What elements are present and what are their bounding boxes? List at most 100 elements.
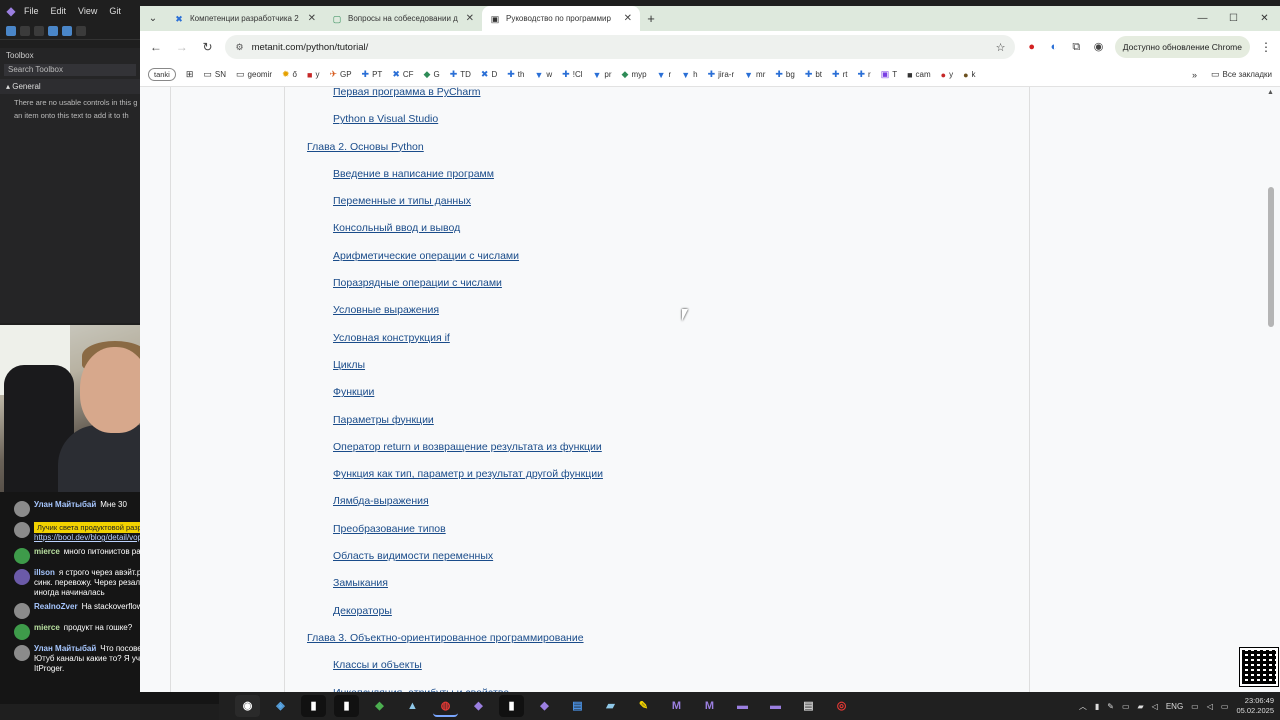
app-icon[interactable]: ▬ — [763, 695, 788, 717]
extension-icon[interactable]: ◐ — [1048, 40, 1060, 54]
toc-item-link[interactable]: Переменные и типы данных — [333, 195, 471, 207]
profile-icon[interactable]: ◉ — [1092, 40, 1104, 54]
bookmark-item[interactable]: ✹ ő — [282, 69, 297, 80]
bookmark-item[interactable]: ▣ T — [881, 69, 897, 80]
toc-item-link[interactable]: Оператор return и возвращение результата… — [333, 441, 602, 453]
vscode-icon[interactable]: ◈ — [268, 695, 293, 717]
bookmark-item[interactable]: ▼ mr — [744, 70, 765, 80]
vs-menu-view[interactable]: View — [72, 0, 103, 22]
close-icon[interactable]: ✕ — [308, 13, 316, 24]
bookmark-item[interactable]: ● k — [963, 70, 975, 80]
bookmark-item[interactable]: ● y — [941, 70, 953, 80]
visual-studio-icon[interactable]: ◆ — [466, 695, 491, 717]
bookmark-item[interactable]: ✈ GP — [329, 69, 351, 80]
toc-item-link[interactable]: Арифметические операции с числами — [333, 250, 519, 262]
tab-interview-questions[interactable]: ▢ Вопросы на собеседовании д ✕ — [324, 6, 482, 31]
toc-item-link[interactable]: Поразрядные операции с числами — [333, 277, 502, 289]
close-window-icon[interactable]: ✕ — [1249, 6, 1280, 31]
document-icon[interactable]: ▤ — [565, 695, 590, 717]
bookmark-item[interactable]: ✚ jira-r — [708, 69, 735, 80]
chevron-up-icon[interactable]: ︿ — [1079, 701, 1087, 712]
bookmark-item[interactable]: ✚ th — [507, 69, 524, 80]
url-text[interactable]: metanit.com/python/tutorial/ — [252, 42, 988, 53]
extensions-puzzle-icon[interactable]: ⧉ — [1070, 40, 1082, 54]
back-button[interactable]: ← — [148, 40, 164, 54]
toc-item-link[interactable]: Первая программа в PyCharm — [333, 87, 480, 98]
toolbox-search-input[interactable]: Search Toolbox — [4, 64, 136, 76]
vs-menu-edit[interactable]: Edit — [45, 0, 73, 22]
tab-python-tutorial[interactable]: ▣ Руководство по программир ✕ — [482, 6, 640, 31]
bookmark-item[interactable]: ✚ bg — [775, 69, 794, 80]
bookmark-item[interactable]: ✖ D — [481, 69, 497, 80]
explorer-icon[interactable]: ▲ — [400, 695, 425, 717]
printer-icon[interactable]: ▭ — [1122, 702, 1130, 711]
app-icon[interactable]: ✎ — [631, 695, 656, 717]
save-all-icon[interactable] — [62, 25, 72, 36]
site-settings-icon[interactable]: ⚙ — [235, 42, 243, 53]
app-icon[interactable]: ▬ — [730, 695, 755, 717]
bookmark-item[interactable]: ◆ myp — [622, 69, 647, 80]
bookmark-item[interactable]: ▼ pr — [593, 70, 612, 80]
app-icon[interactable]: M — [664, 695, 689, 717]
terminal-icon[interactable]: ▮ — [301, 695, 326, 717]
scrollbar-thumb[interactable] — [1268, 187, 1274, 327]
toc-item-link[interactable]: Лямбда-выражения — [333, 495, 429, 507]
undo-icon[interactable] — [76, 25, 86, 36]
toc-item-link[interactable]: Преобразование типов — [333, 523, 446, 535]
tab-competencies[interactable]: ✖ Компетенции разработчика 2 ✕ — [166, 6, 324, 31]
all-bookmarks-button[interactable]: ▭ Все закладки — [1211, 69, 1272, 80]
app-icon[interactable]: M — [697, 695, 722, 717]
clock[interactable]: 23:06:49 05.02.2025 — [1236, 696, 1274, 716]
bookmark-item[interactable]: ✚ r — [857, 69, 870, 80]
toc-item-link[interactable]: Область видимости переменных — [333, 550, 493, 562]
forward-button[interactable]: → — [174, 40, 190, 54]
minimize-icon[interactable]: — — [1187, 6, 1218, 31]
bookmark-tanki[interactable]: tanki — [148, 68, 176, 81]
notes-icon[interactable]: ▤ — [796, 695, 821, 717]
chevron-right-icon[interactable]: » — [1192, 70, 1197, 80]
monitor-icon[interactable]: ▭ — [1191, 702, 1199, 711]
close-icon[interactable]: ✕ — [466, 13, 474, 24]
new-tab-button[interactable]: + — [640, 11, 662, 26]
toc-item-link[interactable]: Условная конструкция if — [333, 332, 450, 344]
toc-item-link[interactable]: Введение в написание программ — [333, 168, 494, 180]
toc-chapter-link[interactable]: Глава 2. Основы Python — [307, 141, 424, 153]
bookmark-item[interactable]: ▼ r — [657, 70, 672, 80]
language-indicator[interactable]: ENG — [1166, 702, 1183, 711]
bookmark-item[interactable]: ▼ w — [534, 70, 552, 80]
apps-grid-icon[interactable]: ⊞ — [186, 69, 194, 80]
bookmark-item[interactable]: ✚ bt — [805, 69, 822, 80]
save-icon[interactable] — [48, 25, 58, 36]
vertical-scrollbar[interactable]: ▲ — [1266, 87, 1276, 692]
bookmark-item[interactable]: ✚ TD — [450, 69, 471, 80]
reload-button[interactable]: ↻ — [200, 40, 216, 54]
bookmark-item[interactable]: ▼ h — [681, 70, 697, 80]
visual-studio-icon[interactable]: ◆ — [532, 695, 557, 717]
bookmark-item[interactable]: ✖ CF — [392, 69, 413, 80]
toolbox-group-general[interactable]: ▴ General — [0, 79, 140, 94]
omnibox[interactable]: ⚙ metanit.com/python/tutorial/ ☆ — [225, 35, 1016, 59]
vs-menu-file[interactable]: File — [18, 0, 45, 22]
bookmark-item[interactable]: ▭ SN — [203, 69, 226, 80]
vs-menu-git[interactable]: Git — [103, 0, 127, 22]
toc-chapter-link[interactable]: Глава 3. Объектно-ориентированное програ… — [307, 632, 584, 644]
toc-item-link[interactable]: Классы и объекты — [333, 659, 422, 671]
scroll-up-icon[interactable]: ▲ — [1267, 89, 1274, 96]
forward-icon[interactable] — [20, 25, 30, 36]
network-icon[interactable]: ▰ — [1138, 702, 1144, 711]
toc-item-link[interactable]: Python в Visual Studio — [333, 113, 438, 125]
recorder-icon[interactable]: ◎ — [829, 695, 854, 717]
update-chrome-button[interactable]: Доступно обновление Chrome — [1114, 36, 1250, 58]
terminal-icon[interactable]: ▮ — [334, 695, 359, 717]
bookmark-item[interactable]: ■ cam — [907, 70, 931, 80]
chrome-icon[interactable]: ◍ — [433, 695, 458, 717]
toc-item-link[interactable]: Функция как тип, параметр и результат др… — [333, 468, 603, 480]
bookmark-item[interactable]: ◆ G — [424, 69, 440, 80]
toc-item-link[interactable]: Функции — [333, 386, 374, 398]
bookmark-item[interactable]: ✚ PT — [362, 69, 383, 80]
close-icon[interactable]: ✕ — [624, 13, 632, 24]
notepad-icon[interactable]: ▰ — [598, 695, 623, 717]
toc-item-link[interactable]: Параметры функции — [333, 414, 434, 426]
opera-extension-icon[interactable]: ● — [1025, 40, 1037, 54]
bookmark-item[interactable]: ✚ !Cl — [562, 69, 582, 80]
